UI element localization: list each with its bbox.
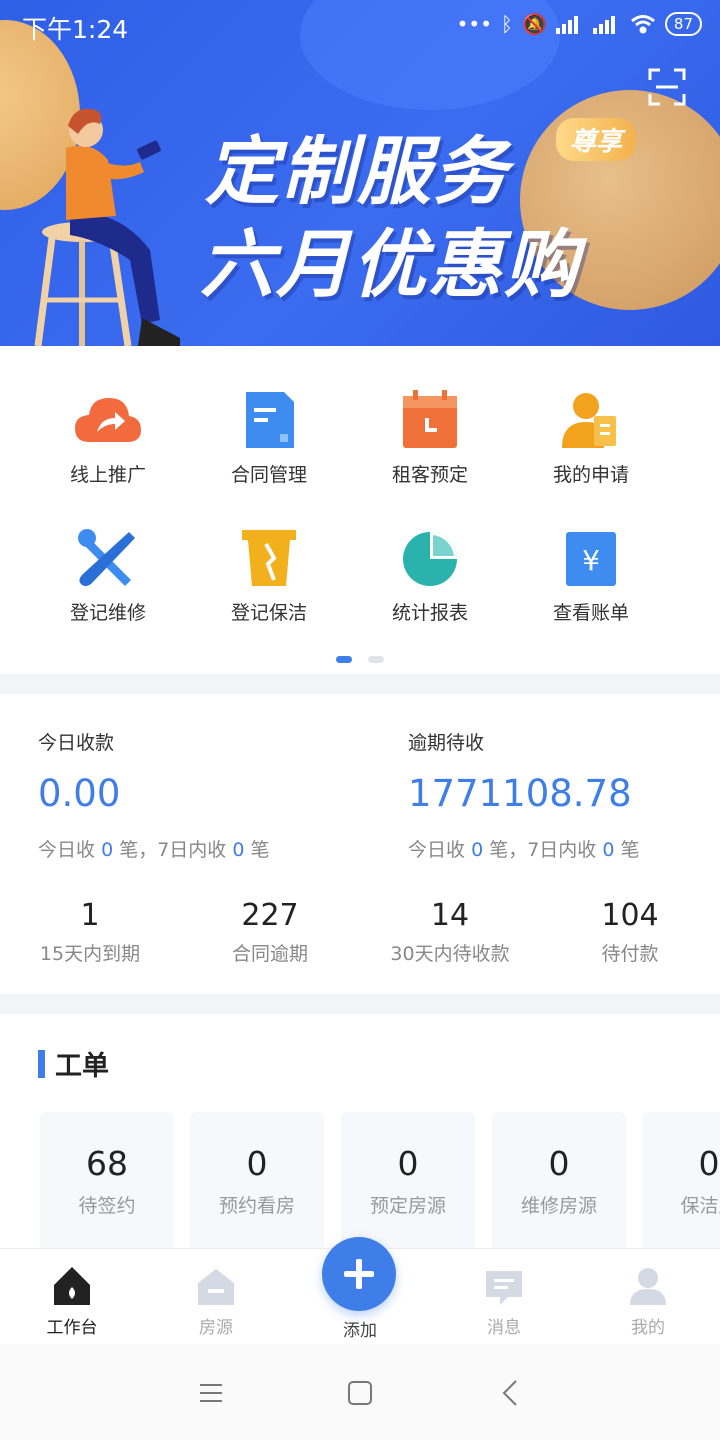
section-title: 工单 (55, 1051, 109, 1082)
pie-chart-icon (403, 532, 457, 586)
status-time: 下午1:24 (22, 15, 129, 44)
back-icon[interactable] (494, 1376, 528, 1410)
calendar-icon (403, 390, 457, 448)
house-icon (198, 1269, 234, 1305)
quick-action-repair[interactable]: 登记维修 (28, 528, 188, 625)
quick-action-bills[interactable]: ¥ 查看账单 (511, 528, 671, 625)
cleaning-icon (242, 530, 296, 586)
user-icon (630, 1268, 666, 1305)
quick-action-reports[interactable]: 统计报表 (350, 528, 510, 625)
svg-text:¥: ¥ (582, 544, 600, 577)
work-order-card-reserved[interactable]: 0 预定房源 (341, 1112, 475, 1250)
quick-action-cleaning[interactable]: 登记保洁 (189, 528, 349, 625)
overdue-title: 逾期待收 (408, 732, 485, 754)
message-icon (486, 1271, 522, 1305)
income-stats-panel: 今日收款 0.00 今日收 0 笔，7日内收 0 笔 逾期待收 1771108.… (0, 694, 720, 994)
section-header: 工单 (38, 1044, 109, 1083)
work-order-card-repair[interactable]: 0 维修房源 (492, 1112, 626, 1250)
work-order-card-viewing[interactable]: 0 预约看房 (190, 1112, 324, 1250)
dots-icon: ••• (456, 12, 492, 36)
document-icon (246, 392, 294, 448)
hd-signal-icon (592, 16, 615, 34)
quick-action-contracts[interactable]: 合同管理 (189, 390, 349, 487)
status-bar: 下午1:24 ••• ᛒ 🔕 87 (0, 0, 720, 50)
promo-banner[interactable]: 定制服务 六月优惠购 尊享 下午1:24 ••• ᛒ 🔕 87 (0, 0, 720, 346)
system-nav-bar (0, 1344, 720, 1440)
stat-expiring-15d[interactable]: 1 15天内到期 (0, 898, 180, 966)
today-income-value[interactable]: 0.00 (38, 772, 120, 815)
tab-mine[interactable]: 我的 (593, 1265, 703, 1338)
today-income-summary: 今日收 0 笔，7日内收 0 笔 (38, 839, 270, 861)
quick-action-reserve[interactable]: 租客预定 (350, 390, 510, 487)
menu-icon[interactable] (194, 1376, 228, 1410)
banner-headline-2: 六月优惠购 (200, 222, 580, 308)
tab-messages[interactable]: 消息 (449, 1265, 559, 1338)
plus-icon (344, 1259, 374, 1289)
banner-headline-1: 定制服务 (205, 129, 509, 215)
overdue-value[interactable]: 1771108.78 (408, 772, 632, 815)
signal-icon (555, 16, 578, 34)
tools-icon (78, 529, 135, 586)
scan-icon[interactable] (648, 68, 686, 106)
today-income-title: 今日收款 (38, 732, 115, 754)
home-icon (54, 1267, 90, 1305)
vip-badge: 尊享 (556, 118, 637, 161)
add-label: 添加 (343, 1321, 377, 1341)
stat-contract-overdue[interactable]: 227 合同逾期 (180, 898, 360, 966)
bill-icon: ¥ (566, 532, 616, 586)
tab-workbench[interactable]: 工作台 (17, 1265, 127, 1338)
person-illustration (34, 108, 180, 346)
work-order-card-to-sign[interactable]: 68 待签约 (40, 1112, 174, 1250)
quick-action-promote[interactable]: 线上推广 (28, 390, 188, 487)
battery-icon: 87 (664, 12, 702, 36)
work-order-card-cleaning[interactable]: 0 保洁房 (642, 1112, 720, 1250)
mute-icon: 🔕 (522, 12, 547, 36)
quick-action-applications[interactable]: 我的申请 (511, 390, 671, 487)
wifi-icon (630, 15, 655, 34)
page-dot-active[interactable] (336, 656, 352, 663)
overdue-summary: 今日收 0 笔，7日内收 0 笔 (408, 839, 640, 861)
stat-receivable-30d[interactable]: 14 30天内待收款 (360, 898, 540, 966)
quick-actions-grid: 线上推广 合同管理 租客预定 我的申请 登记维修 登记保洁 统计报表 ¥ 查看账… (0, 346, 720, 674)
person-card-icon (562, 393, 616, 448)
work-orders-section: 工单 68 待签约 0 预约看房 0 预定房源 0 维修房源 0 保洁房 (0, 1014, 720, 1250)
tab-listings[interactable]: 房源 (161, 1265, 271, 1338)
page-indicator (336, 656, 384, 663)
home-square-icon[interactable] (343, 1376, 377, 1410)
page-dot[interactable] (368, 656, 384, 663)
bluetooth-icon: ᛒ (501, 12, 513, 36)
cloud-share-icon (75, 398, 141, 442)
add-button[interactable] (322, 1237, 396, 1311)
stat-payable[interactable]: 104 待付款 (540, 898, 720, 966)
